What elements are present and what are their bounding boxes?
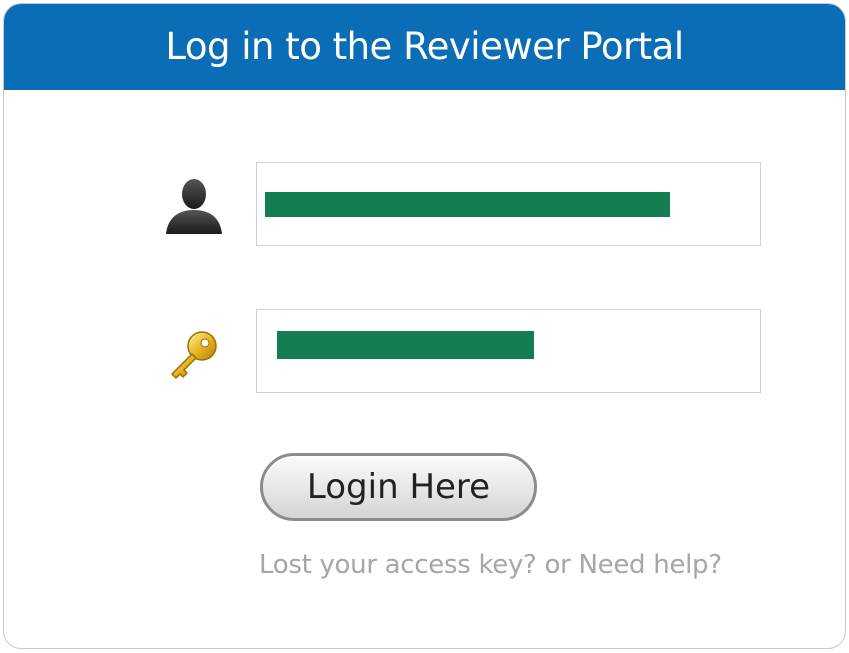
help-separator: or	[544, 550, 571, 580]
login-panel: Log in to the Reviewer Portal Login Here…	[3, 3, 846, 649]
email-field[interactable]	[256, 162, 761, 246]
access-key-field[interactable]	[256, 309, 761, 393]
lost-access-key-link[interactable]: Lost your access key?	[259, 550, 537, 580]
login-button[interactable]: Login Here	[260, 453, 537, 521]
email-input[interactable]	[257, 163, 760, 245]
access-key-input[interactable]	[257, 310, 760, 392]
key-icon	[162, 322, 226, 386]
user-icon	[162, 174, 226, 238]
page-title: Log in to the Reviewer Portal	[4, 4, 845, 90]
help-links: Lost your access key? or Need help?	[259, 550, 722, 580]
need-help-link[interactable]: Need help?	[579, 550, 723, 580]
